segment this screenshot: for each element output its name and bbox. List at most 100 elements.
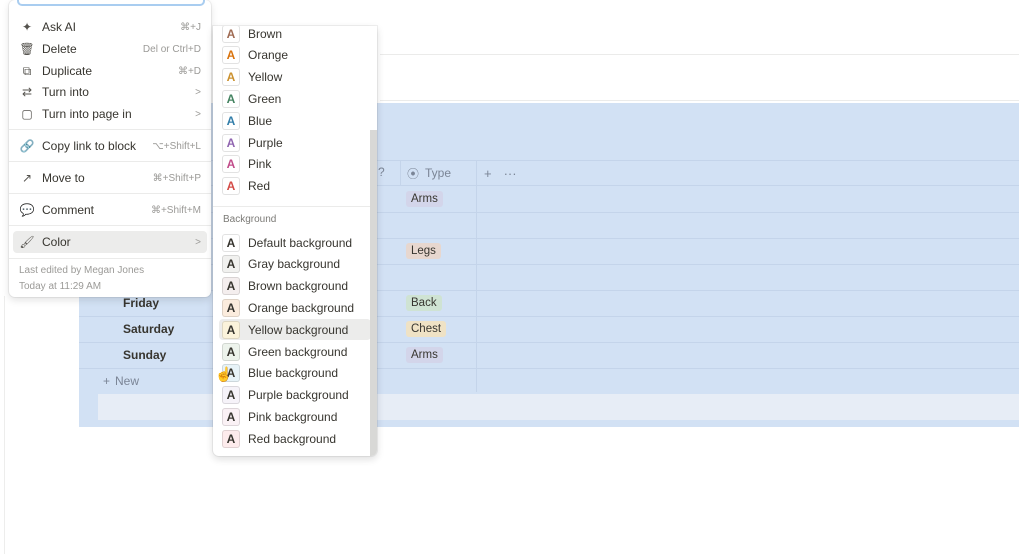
background-color-option[interactable]: A Gray background xyxy=(219,254,371,275)
background-swatch-icon: A xyxy=(222,233,240,252)
menu-item-label: Move to xyxy=(42,171,85,185)
column-header-fragment: ? xyxy=(378,165,385,179)
background-swatch-icon: A xyxy=(222,342,240,361)
block-context-menu: ✦ Ask AI ⌘+J 🗑 Delete Del or Ctrl+D ⧉ Du… xyxy=(9,0,211,297)
menu-item-label: Turn into xyxy=(42,85,89,99)
background-color-option[interactable]: A Blue background xyxy=(219,363,371,384)
more-options-icon[interactable]: ··· xyxy=(504,166,517,181)
type-tag[interactable]: Arms xyxy=(406,191,443,207)
plus-icon: + xyxy=(103,374,111,388)
color-option-label: Green xyxy=(248,91,282,106)
text-color-option[interactable]: A Red xyxy=(219,176,371,197)
text-color-swatch-icon: A xyxy=(222,90,240,108)
color-option-label: Blue xyxy=(248,113,273,128)
menu-item-move-to[interactable]: ↗ Move to ⌘+Shift+P xyxy=(13,167,207,189)
type-tag[interactable]: Back xyxy=(406,295,442,311)
text-color-option[interactable]: A Green xyxy=(219,88,371,109)
menu-item-label: Comment xyxy=(42,203,95,217)
comment-icon: 💬 xyxy=(19,203,35,217)
trash-icon: 🗑 xyxy=(19,42,35,56)
background-color-option[interactable]: A Pink background xyxy=(219,406,371,427)
menu-item-turn-into[interactable]: ⇄ Turn into > xyxy=(13,81,207,103)
menu-separator xyxy=(213,206,377,207)
menu-separator xyxy=(9,258,211,259)
text-color-option[interactable]: A Orange xyxy=(219,45,371,66)
text-color-option[interactable]: A Purple xyxy=(219,132,371,153)
column-header-type[interactable]: ⦿ Type xyxy=(400,160,451,186)
menu-item-label: Delete xyxy=(42,42,77,56)
background-swatch-icon: A xyxy=(222,255,240,274)
background-color-option[interactable]: A Green background xyxy=(219,341,371,362)
menu-item-turn-into-page[interactable]: ▢ Turn into page in > xyxy=(13,103,207,125)
text-color-option[interactable]: A Yellow xyxy=(219,67,371,88)
menu-item-delete[interactable]: 🗑 Delete Del or Ctrl+D xyxy=(13,38,207,60)
color-option-label: Red xyxy=(248,179,271,194)
background-color-option[interactable]: A Yellow background xyxy=(219,319,371,341)
text-color-swatch-icon: A xyxy=(222,134,240,152)
color-option-label: Green background xyxy=(248,344,348,359)
menu-item-color[interactable]: 🖌 Color > xyxy=(13,231,207,253)
turn-into-icon: ⇄ xyxy=(21,85,33,99)
add-column-icon[interactable]: + xyxy=(484,166,492,181)
paint-roller-icon: 🖌 xyxy=(19,235,35,249)
menu-search-input[interactable] xyxy=(17,0,205,6)
menu-separator xyxy=(9,225,211,226)
new-row-button[interactable]: + New xyxy=(103,374,139,388)
text-color-option[interactable]: A Brown xyxy=(219,26,371,44)
menu-item-shortcut: ⌘+Shift+P xyxy=(152,172,201,184)
background-color-option[interactable]: A Orange background xyxy=(219,297,371,318)
header-actions: + ··· xyxy=(484,160,517,186)
link-icon: 🔗 xyxy=(19,139,35,153)
text-color-swatch-icon: A xyxy=(222,26,240,43)
table-row-day[interactable]: Friday xyxy=(123,296,159,310)
submenu-scrollbar[interactable] xyxy=(370,130,377,456)
background-color-option[interactable]: A Red background xyxy=(219,428,371,449)
menu-item-duplicate[interactable]: ⧉ Duplicate ⌘+D xyxy=(13,60,207,82)
type-tag[interactable]: Arms xyxy=(406,347,443,363)
background-section-title: Background xyxy=(223,214,277,225)
type-tag[interactable]: Chest xyxy=(406,321,447,337)
background-swatch-icon: A xyxy=(222,386,240,405)
menu-item-shortcut: ⌘+J xyxy=(180,21,201,33)
column-header-label: Type xyxy=(425,166,452,180)
color-submenu: A Brown A Orange A Yellow A Green A Blue A Purple A P… xyxy=(213,26,377,456)
table-row-day[interactable]: Sunday xyxy=(123,348,166,362)
color-option-label: Red background xyxy=(248,431,337,446)
text-color-swatch-icon: A xyxy=(222,46,240,64)
page: ? ⦿ Type + ··· Arms Legs Friday Back Sat… xyxy=(0,0,1024,554)
type-tag[interactable]: Legs xyxy=(406,243,441,259)
color-option-label: Brown xyxy=(248,26,283,41)
menu-item-label: Ask AI xyxy=(42,20,77,34)
menu-item-label: Color xyxy=(42,235,71,249)
table-row-day[interactable]: Saturday xyxy=(123,322,174,336)
text-color-option[interactable]: A Pink xyxy=(219,154,371,175)
background-color-option[interactable]: A Brown background xyxy=(219,276,371,297)
chevron-right-icon: > xyxy=(195,108,201,120)
last-edited-time: Today at 11:29 AM xyxy=(19,281,102,292)
duplicate-icon: ⧉ xyxy=(22,63,32,78)
background-swatch-icon: A xyxy=(222,407,240,426)
background-swatch-icon: A xyxy=(222,320,240,339)
menu-item-comment[interactable]: 💬 Comment ⌘+Shift+M xyxy=(13,199,207,221)
background-swatch-icon: A xyxy=(222,429,240,448)
select-property-icon: ⦿ xyxy=(407,166,420,181)
chevron-right-icon: > xyxy=(195,236,201,248)
text-color-swatch-icon: A xyxy=(222,68,240,86)
new-row-label: New xyxy=(115,374,140,388)
text-color-option[interactable]: A Blue xyxy=(219,110,371,131)
color-option-label: Yellow xyxy=(248,70,283,85)
last-edited-by: Last edited by Megan Jones xyxy=(19,265,145,276)
page-divider xyxy=(380,54,1019,55)
page-icon: ▢ xyxy=(21,107,33,121)
background-swatch-icon: A xyxy=(222,298,240,317)
color-option-label: Purple xyxy=(248,135,283,150)
menu-item-shortcut: Del or Ctrl+D xyxy=(142,43,201,55)
text-color-swatch-icon: A xyxy=(222,177,240,195)
background-color-option[interactable]: A Default background xyxy=(219,232,371,253)
menu-item-copy-link[interactable]: 🔗 Copy link to block ⌥+Shift+L xyxy=(13,135,207,157)
background-color-option[interactable]: A Purple background xyxy=(219,385,371,406)
menu-separator xyxy=(9,129,211,130)
column-divider xyxy=(476,160,477,392)
color-option-label: Default background xyxy=(248,235,353,250)
menu-item-ask-ai[interactable]: ✦ Ask AI ⌘+J xyxy=(13,16,207,38)
